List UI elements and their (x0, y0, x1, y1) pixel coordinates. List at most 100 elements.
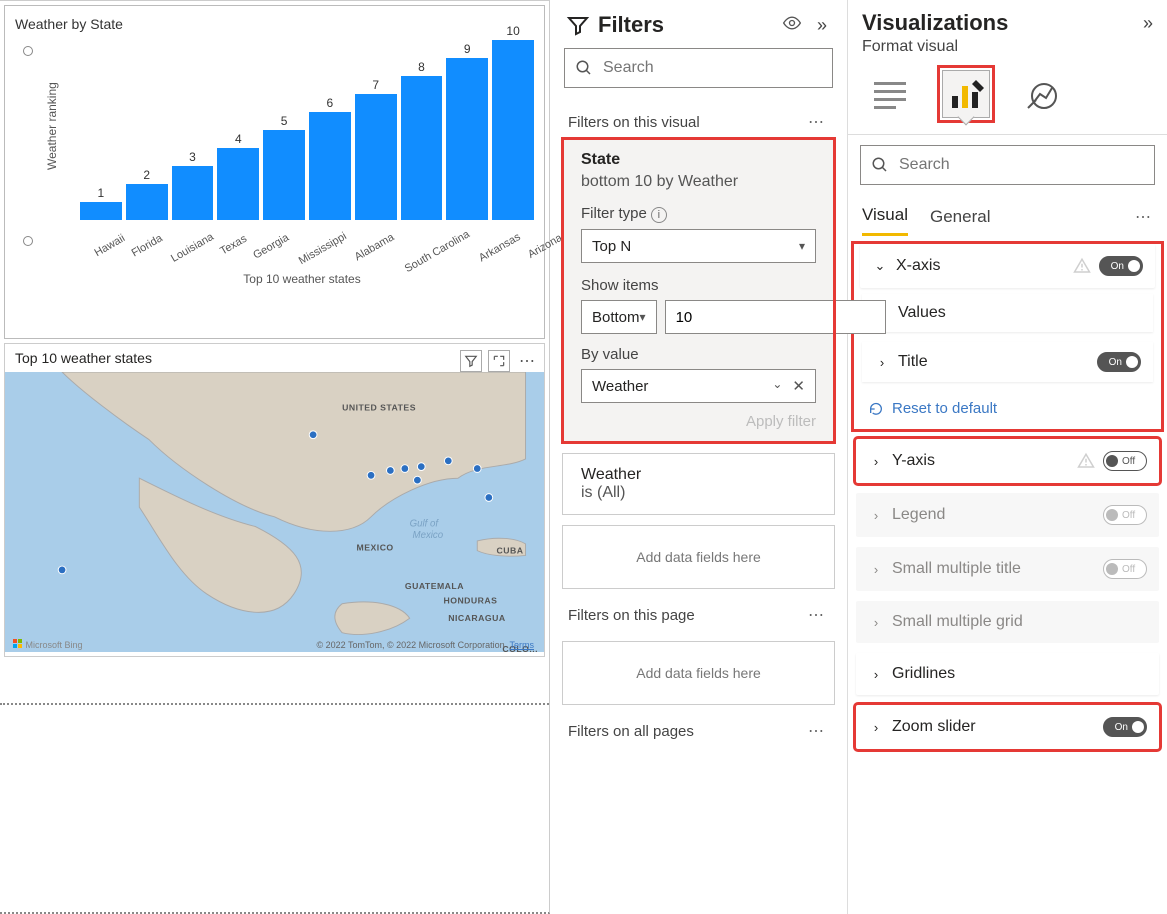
tab-visual[interactable]: Visual (862, 197, 908, 236)
chevron-right-icon: › (868, 508, 884, 523)
bar (80, 202, 122, 220)
format-visual-tab-icon[interactable] (942, 70, 990, 118)
prop-y-axis[interactable]: › Y-axis Off (856, 439, 1159, 483)
svg-text:CUBA: CUBA (497, 546, 524, 556)
chevron-down-icon[interactable]: ⌄ (772, 377, 782, 395)
tab-general[interactable]: General (930, 199, 990, 235)
filter-field-name: State (581, 151, 816, 169)
toggle-sm-title: Off (1103, 559, 1147, 579)
svg-text:Gulf of: Gulf of (410, 518, 440, 529)
bar-chart-visual[interactable]: Weather by State Weather ranking 1 2 3 4… (4, 5, 545, 339)
terms-link[interactable]: Terms (510, 640, 535, 650)
toggle-y-axis[interactable]: Off (1103, 451, 1147, 471)
show-items-count-input[interactable] (665, 300, 886, 334)
more-options-icon[interactable]: ⋯ (516, 350, 538, 372)
info-icon[interactable]: i (651, 207, 667, 223)
search-icon (575, 59, 593, 77)
show-items-label: Show items (581, 277, 816, 294)
section-visual-filters: Filters on this visual (568, 114, 805, 131)
toggle-title[interactable]: On (1097, 352, 1141, 372)
prop-gridlines[interactable]: › Gridlines (856, 653, 1159, 695)
section-more-icon[interactable]: ⋯ (805, 112, 829, 132)
bar (263, 130, 305, 220)
map-visual[interactable]: Top 10 weather states ⋯ UNITED STATES ME… (4, 343, 545, 657)
chevron-right-icon: › (868, 454, 884, 469)
focus-mode-icon[interactable] (488, 350, 510, 372)
filter-icon (566, 13, 590, 37)
section-more-icon[interactable]: ⋯ (805, 605, 829, 625)
prop-zoom-slider[interactable]: › Zoom slider On (856, 705, 1159, 749)
chevron-right-icon: › (868, 720, 884, 735)
toggle-zoom-slider[interactable]: On (1103, 717, 1147, 737)
filter-icon[interactable] (460, 350, 482, 372)
svg-text:HONDURAS: HONDURAS (443, 596, 497, 606)
map-canvas[interactable]: UNITED STATES MEXICO Gulf of Mexico CUBA… (5, 372, 544, 652)
bar (172, 166, 214, 220)
viz-pane-title: Visualizations (862, 10, 1143, 36)
add-fields-drop[interactable]: Add data fields here (562, 525, 835, 589)
bar (217, 148, 259, 220)
prop-small-multiple-grid[interactable]: › Small multiple grid (856, 601, 1159, 643)
chevron-down-icon: ▾ (799, 239, 805, 253)
toggle-legend: Off (1103, 505, 1147, 525)
svg-text:GUATEMALA: GUATEMALA (405, 581, 464, 591)
reset-to-default[interactable]: Reset to default (854, 392, 1161, 425)
map-attribution: © 2022 TomTom, © 2022 Microsoft Corporat… (316, 640, 534, 650)
filter-type-label: Filter type (581, 205, 647, 222)
svg-text:MEXICO: MEXICO (357, 543, 394, 553)
chevron-down-icon: ⌄ (872, 258, 888, 274)
filter-card-state[interactable]: State bottom 10 by Weather Filter typei … (562, 138, 835, 443)
x-axis-label: Top 10 weather states (70, 272, 534, 286)
xaxis-group: ⌄ X-axis On › Values › Title On Reset to… (854, 244, 1161, 429)
viz-pane-subheader: Format visual (848, 38, 1167, 62)
visibility-icon[interactable] (781, 13, 803, 38)
bar (401, 76, 443, 220)
prop-values[interactable]: › Values (862, 294, 1153, 332)
filters-search-input[interactable] (601, 58, 822, 78)
reset-icon (868, 401, 884, 417)
chevron-right-icon: › (868, 562, 884, 577)
chevron-right-icon: › (874, 355, 890, 370)
warning-icon (1073, 257, 1091, 275)
bar (492, 40, 534, 220)
map-provider-logo: Microsoft Bing (13, 639, 83, 650)
clear-icon[interactable]: ✕ (792, 377, 805, 395)
filter-card-weather[interactable]: Weather is (All) (562, 453, 835, 515)
by-value-field[interactable]: Weather ⌄ ✕ (581, 369, 816, 403)
prop-small-multiple-title[interactable]: › Small multiple title Off (856, 547, 1159, 591)
visualizations-pane: Visualizations » Format visual Visual Ge… (848, 0, 1167, 914)
by-value-label: By value (581, 346, 816, 363)
chevron-right-icon: › (868, 667, 884, 682)
bar (126, 184, 168, 220)
format-search-input[interactable] (897, 155, 1144, 175)
analytics-tab-icon[interactable] (1018, 70, 1066, 118)
bar (446, 58, 488, 220)
filter-summary: bottom 10 by Weather (581, 173, 816, 191)
collapse-pane-icon[interactable]: » (811, 15, 833, 36)
svg-text:UNITED STATES: UNITED STATES (342, 403, 416, 413)
filters-pane: Filters » Filters on this visual ⋯ State… (550, 0, 848, 914)
build-visual-tab-icon[interactable] (866, 70, 914, 118)
section-page-filters: Filters on this page (568, 607, 805, 624)
format-search[interactable] (860, 145, 1155, 185)
bar (355, 94, 397, 220)
section-more-icon[interactable]: ⋯ (805, 721, 829, 741)
chevron-right-icon: › (868, 615, 884, 630)
show-items-direction-select[interactable]: Bottom▾ (581, 300, 657, 334)
filter-type-select[interactable]: Top N▾ (581, 229, 816, 263)
toggle-x-axis[interactable]: On (1099, 256, 1143, 276)
y-axis-label: Weather ranking (45, 82, 59, 170)
chart-title: Weather by State (15, 16, 534, 32)
filters-search[interactable] (564, 48, 833, 88)
collapse-pane-icon[interactable]: » (1143, 13, 1153, 34)
filters-pane-title: Filters (598, 12, 773, 38)
filter-field-name: Weather (581, 466, 816, 484)
apply-filter-button[interactable]: Apply filter (581, 413, 816, 430)
tab-more-icon[interactable]: ⋯ (1135, 207, 1153, 227)
report-canvas[interactable]: Weather by State Weather ranking 1 2 3 4… (0, 0, 550, 914)
add-fields-drop[interactable]: Add data fields here (562, 641, 835, 705)
prop-title[interactable]: › Title On (862, 342, 1153, 382)
prop-x-axis[interactable]: ⌄ X-axis On (860, 244, 1155, 288)
prop-legend[interactable]: › Legend Off (856, 493, 1159, 537)
svg-text:NICARAGUA: NICARAGUA (448, 613, 506, 623)
